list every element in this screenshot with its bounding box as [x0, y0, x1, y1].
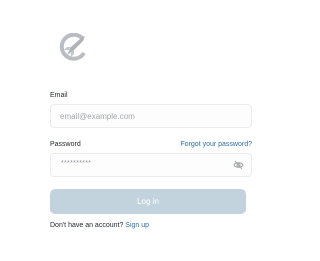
signup-link[interactable]: Sign up	[125, 222, 149, 229]
email-label: Email	[50, 92, 68, 99]
app-logo	[59, 33, 89, 61]
password-label: Password	[50, 141, 81, 148]
login-button[interactable]: Log in	[50, 189, 246, 214]
signup-row: Don't have an account? Sign up	[50, 222, 149, 229]
rocket-circle-icon	[59, 33, 86, 61]
password-field[interactable]: **********	[50, 153, 252, 177]
email-field-container[interactable]	[50, 104, 252, 128]
signup-prompt: Don't have an account?	[50, 222, 124, 229]
email-input[interactable]	[60, 105, 240, 127]
password-input[interactable]: **********	[61, 160, 91, 167]
eye-off-icon[interactable]	[233, 160, 244, 170]
forgot-password-link[interactable]: Forgot your password?	[180, 141, 252, 148]
